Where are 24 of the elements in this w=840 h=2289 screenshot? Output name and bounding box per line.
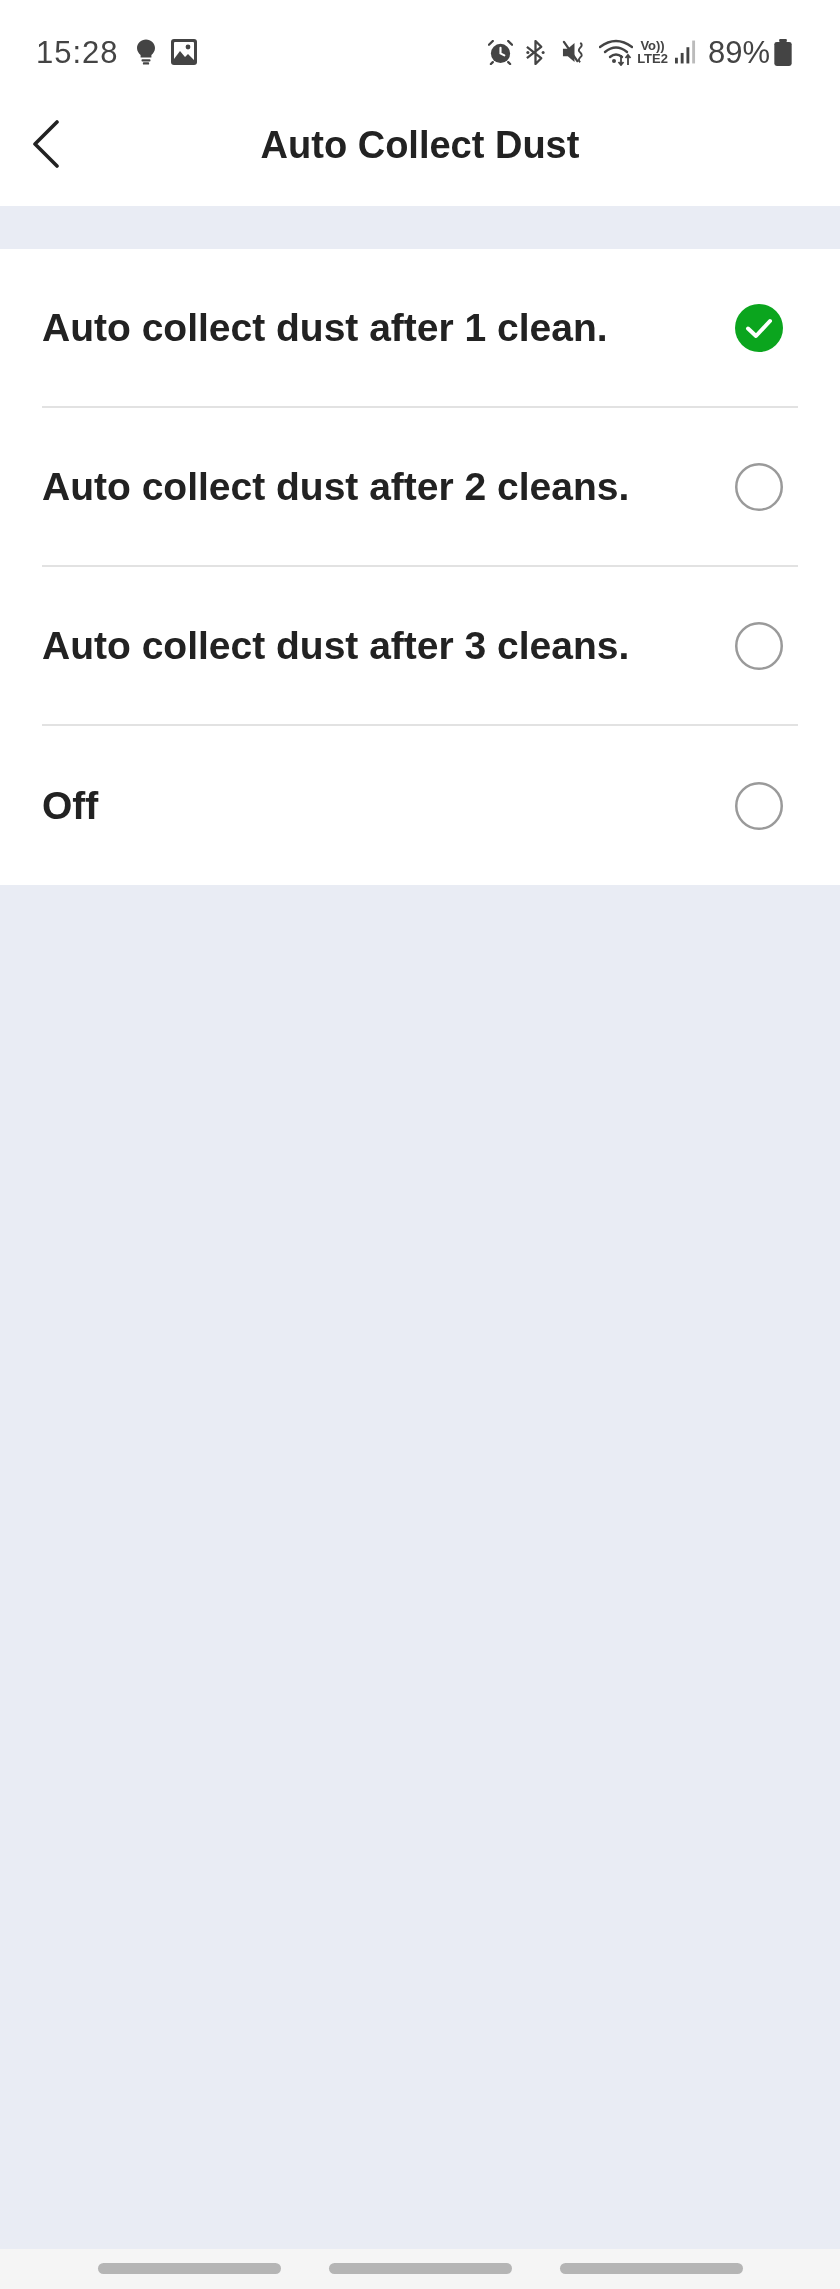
page-title: Auto Collect Dust — [260, 126, 580, 164]
gesture-hint-bar[interactable] — [97, 2262, 281, 2274]
option-label: Auto collect dust after 2 cleans. — [42, 467, 630, 506]
gesture-hint-bar[interactable] — [328, 2262, 512, 2274]
bluetooth-icon — [525, 39, 547, 65]
option-row[interactable]: Auto collect dust after 1 clean. — [42, 249, 798, 406]
battery-percentage: 89% — [707, 36, 770, 68]
wifi-icon — [599, 38, 634, 66]
signal-icon — [674, 40, 696, 64]
image-icon — [170, 39, 197, 65]
lte-label: LTE2 — [637, 52, 668, 65]
option-label: Off — [42, 786, 99, 825]
lightbulb-icon — [136, 39, 155, 65]
option-row[interactable]: Auto collect dust after 3 cleans. — [42, 567, 798, 724]
option-row[interactable]: Off — [42, 726, 798, 885]
chevron-left-icon — [32, 120, 60, 168]
option-label: Auto collect dust after 3 cleans. — [42, 626, 630, 665]
status-time: 15:28 — [36, 36, 119, 68]
alarm-icon — [488, 39, 514, 65]
gesture-hint-bar[interactable] — [559, 2262, 743, 2274]
option-label: Auto collect dust after 1 clean. — [42, 308, 608, 347]
battery-icon — [774, 38, 792, 66]
volte-label: Vo)) — [640, 39, 665, 52]
option-row[interactable]: Auto collect dust after 2 cleans. — [42, 408, 798, 565]
